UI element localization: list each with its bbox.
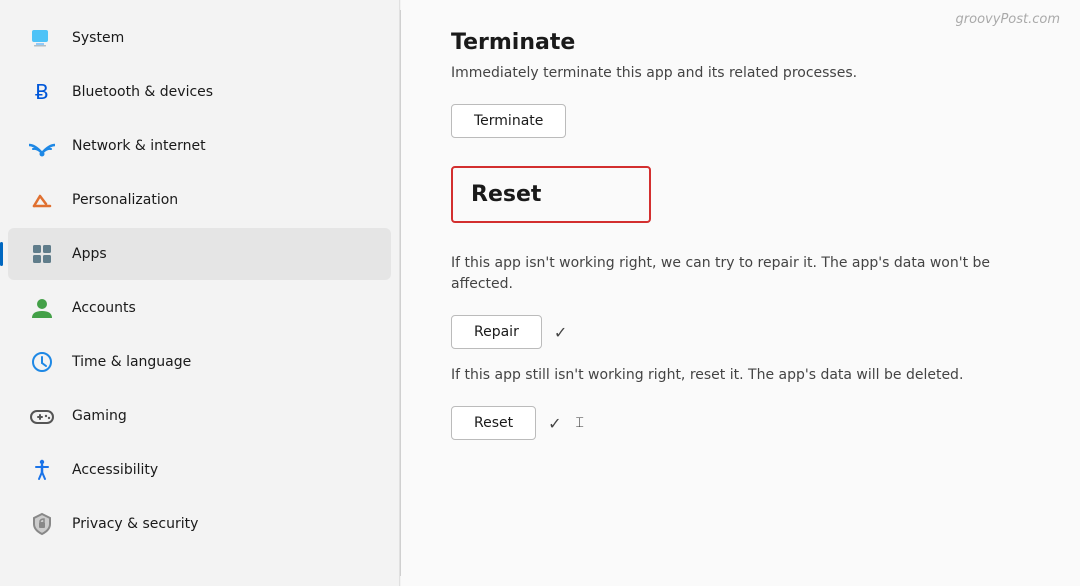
sidebar-item-bluetooth-label: Bluetooth & devices (72, 84, 213, 100)
sidebar-item-system[interactable]: System (8, 12, 391, 64)
sidebar-item-accessibility-label: Accessibility (72, 462, 158, 478)
sidebar-item-bluetooth[interactable]: Ƀ Bluetooth & devices (8, 66, 391, 118)
sidebar-item-accounts[interactable]: Accounts (8, 282, 391, 334)
reset-section-box: Reset (451, 166, 651, 223)
accessibility-icon (28, 456, 56, 484)
sidebar-item-privacy-label: Privacy & security (72, 516, 198, 532)
sidebar-item-personalization-label: Personalization (72, 192, 178, 208)
time-icon (28, 348, 56, 376)
main-content: groovyPost.com Terminate Immediately ter… (401, 0, 1080, 586)
reset-row: Reset ✓ ⌶ (451, 406, 1030, 440)
reset-outer: Reset If this app isn't working right, w… (451, 166, 1030, 440)
sidebar-item-network[interactable]: Network & internet (8, 120, 391, 172)
accounts-icon (28, 294, 56, 322)
watermark: groovyPost.com (956, 12, 1060, 27)
bluetooth-icon: Ƀ (28, 78, 56, 106)
gaming-icon (28, 402, 56, 430)
reset-checkmark: ✓ (548, 414, 561, 433)
sidebar-item-gaming[interactable]: Gaming (8, 390, 391, 442)
network-icon (28, 132, 56, 160)
cursor-indicator: ⌶ (576, 415, 584, 431)
terminate-description: Immediately terminate this app and its r… (451, 63, 1030, 84)
repair-row: Repair ✓ (451, 315, 1030, 349)
terminate-section: Terminate Immediately terminate this app… (451, 30, 1030, 138)
apps-icon (28, 240, 56, 268)
sidebar-item-apps[interactable]: Apps (8, 228, 391, 280)
reset-title: Reset (471, 182, 631, 207)
repair-description: If this app isn't working right, we can … (451, 253, 1030, 295)
sidebar-item-gaming-label: Gaming (72, 408, 127, 424)
repair-button[interactable]: Repair (451, 315, 542, 349)
sidebar-item-time-label: Time & language (72, 354, 191, 370)
sidebar-item-accounts-label: Accounts (72, 300, 136, 316)
privacy-icon (28, 510, 56, 538)
system-icon (28, 24, 56, 52)
terminate-title: Terminate (451, 30, 1030, 55)
reset-button[interactable]: Reset (451, 406, 536, 440)
personalization-icon (28, 186, 56, 214)
sidebar: System Ƀ Bluetooth & devices Network & i… (0, 0, 400, 586)
sidebar-item-time[interactable]: Time & language (8, 336, 391, 388)
sidebar-item-accessibility[interactable]: Accessibility (8, 444, 391, 496)
terminate-button[interactable]: Terminate (451, 104, 566, 138)
reset-description: If this app still isn't working right, r… (451, 365, 1030, 386)
repair-checkmark: ✓ (554, 323, 567, 342)
sidebar-item-apps-label: Apps (72, 246, 107, 262)
sidebar-item-privacy[interactable]: Privacy & security (8, 498, 391, 550)
sidebar-item-network-label: Network & internet (72, 138, 206, 154)
sidebar-item-system-label: System (72, 30, 124, 46)
sidebar-item-personalization[interactable]: Personalization (8, 174, 391, 226)
